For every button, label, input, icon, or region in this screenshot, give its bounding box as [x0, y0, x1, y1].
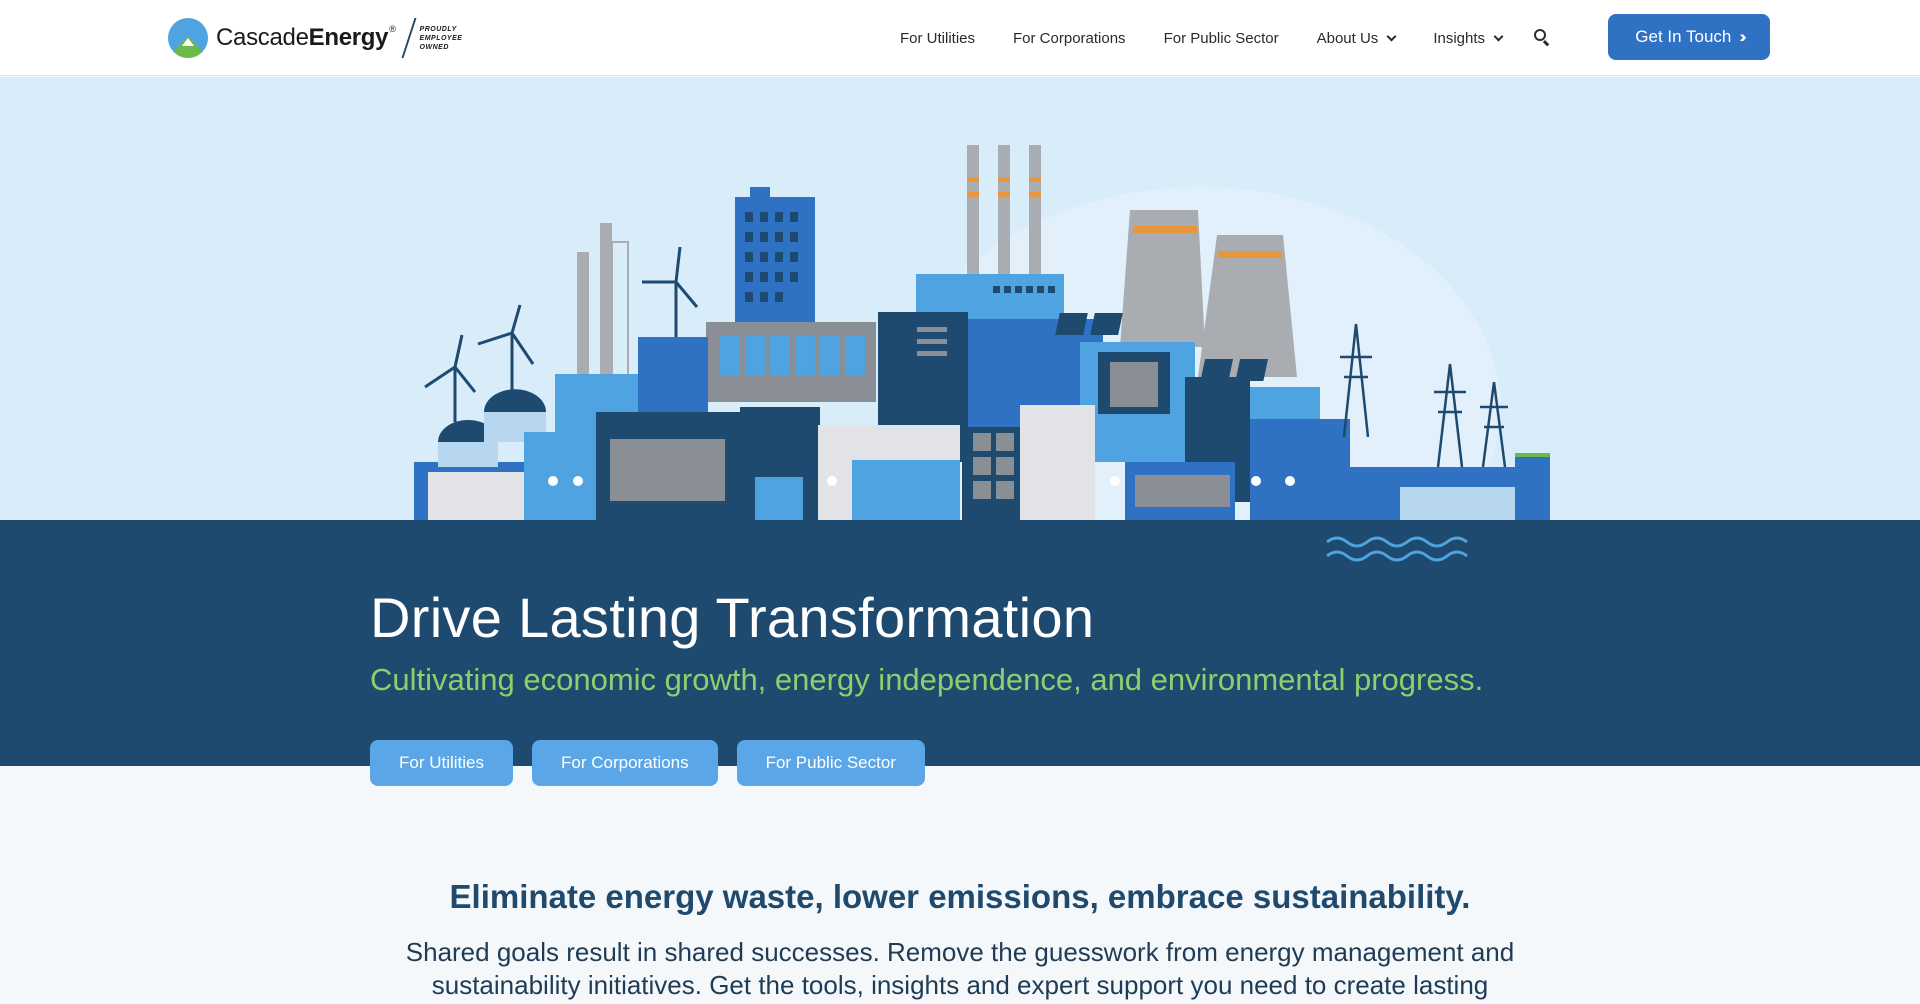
cascade-energy-logo[interactable]: CascadeEnergy® PROUDLY EMPLOYEE OWNED [168, 16, 462, 60]
nav-for-utilities[interactable]: For Utilities [900, 30, 975, 47]
hero-title: Drive Lasting Transformation [370, 586, 1095, 649]
hero-button-group: For Utilities For Corporations For Publi… [370, 740, 944, 786]
section-heading: Eliminate energy waste, lower emissions,… [449, 878, 1471, 915]
chevron-down-icon [1493, 31, 1504, 41]
site-header: CascadeEnergy® PROUDLY EMPLOYEE OWNED Fo… [0, 0, 1920, 76]
nav-about-us[interactable]: About Us [1317, 30, 1397, 47]
industrial-city-illustration [414, 145, 1550, 520]
mountain-logo-icon [168, 18, 208, 58]
nav-for-corporations[interactable]: For Corporations [1013, 30, 1126, 47]
nav-insights[interactable]: Insights [1433, 30, 1504, 47]
logo-divider [401, 18, 417, 58]
main-nav: For Utilities For Corporations For Publi… [900, 24, 1552, 52]
hero-for-utilities-button[interactable]: For Utilities [370, 740, 514, 786]
nav-for-public-sector[interactable]: For Public Sector [1164, 30, 1279, 47]
double-chevron-right-icon: ›› [1739, 27, 1747, 46]
get-in-touch-button[interactable]: Get In Touch ›› [1608, 14, 1770, 60]
hero-for-corporations-button[interactable]: For Corporations [532, 740, 718, 786]
chevron-down-icon [1386, 31, 1397, 41]
section-body: Shared goals result in shared successes.… [405, 937, 1515, 1000]
hero-for-public-sector-button[interactable]: For Public Sector [736, 740, 925, 786]
hero-illustration [0, 77, 1920, 520]
logo-tagline: PROUDLY EMPLOYEE OWNED [419, 25, 463, 51]
logo-wordmark: CascadeEnergy® [216, 24, 396, 51]
search-icon[interactable] [1534, 29, 1552, 47]
hero-subtitle: Cultivating economic growth, energy inde… [370, 662, 1484, 697]
water-waves-graphic [1326, 536, 1468, 562]
